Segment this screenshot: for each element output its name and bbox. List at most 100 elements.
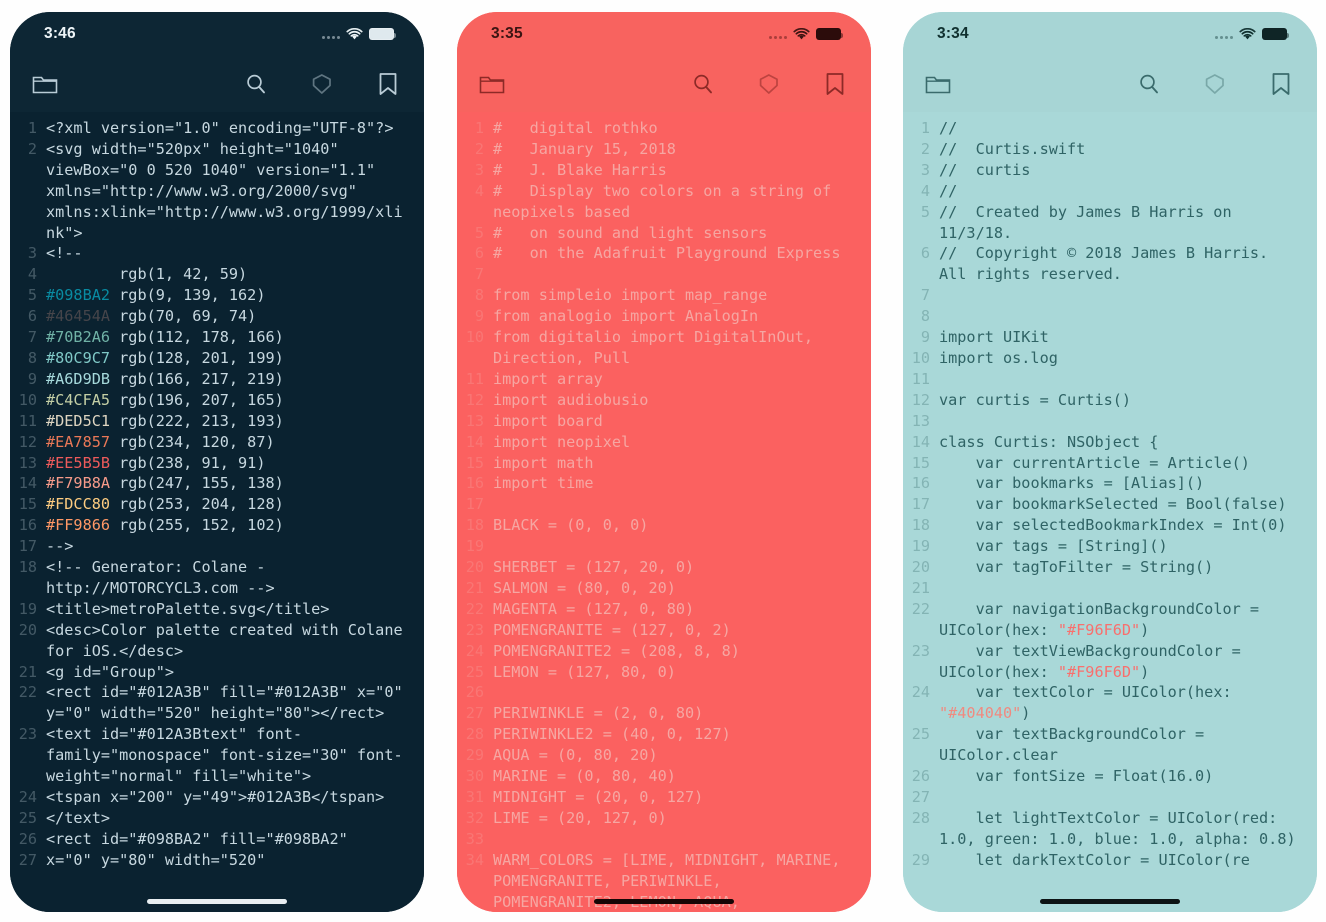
code-text: // — [939, 181, 958, 200]
code-text: var textViewBackgroundColor = UIColor(he… — [939, 641, 1250, 681]
code-text: // Copyright © 2018 James B Harris. All … — [939, 244, 1278, 284]
code-view[interactable]: 1 # digital rothko 2 # January 15, 2018 3 # J… — [457, 112, 871, 912]
code-text: # Display two colors on a string of neop… — [493, 181, 841, 221]
code-text: </text> — [46, 808, 111, 827]
code-text: SHERBET = (127, 20, 0) — [493, 558, 695, 577]
code-line: 3 <!-- — [16, 243, 410, 264]
code-text: PERIWINKLE2 = (40, 0, 127) — [493, 725, 731, 744]
code-text: // — [939, 119, 958, 137]
toolbar — [903, 56, 1317, 112]
code-line: 25 var textBackgroundColor = UIColor.cle… — [909, 724, 1303, 766]
bookmark-icon[interactable] — [823, 71, 847, 97]
code-text: <title>metroPalette.svg</title> — [46, 599, 330, 618]
code-line: 32 LIME = (20, 127, 0) — [463, 808, 857, 829]
line-number: 31 — [465, 788, 484, 806]
tag-icon[interactable] — [1203, 72, 1227, 96]
code-line: 12 #EA7857 rgb(234, 120, 87) — [16, 432, 410, 453]
code-text: # digital rothko — [493, 119, 658, 137]
search-icon[interactable] — [691, 72, 715, 96]
code-view[interactable]: 1 <?xml version="1.0" encoding="UTF-8"?> 2… — [10, 112, 424, 912]
code-text: BLACK = (0, 0, 0) — [493, 516, 649, 535]
code-text: rgb(1, 42, 59) — [46, 265, 248, 284]
code-text: #C4CFA5 rgb(196, 207, 165) — [46, 390, 284, 409]
code-text: #F79B8A rgb(247, 155, 138) — [46, 474, 284, 493]
code-text: var curtis = Curtis() — [939, 390, 1132, 409]
line-number: 17 — [911, 495, 930, 514]
line-number: 5 — [27, 286, 37, 305]
code-line: 12 var curtis = Curtis() — [909, 390, 1303, 411]
status-bar: 3:35 — [457, 12, 871, 56]
code-text: var tagToFilter = String() — [939, 558, 1214, 577]
line-number: 1 — [27, 119, 37, 137]
line-number: 10 — [465, 328, 484, 347]
hex-color-token: #FF9866 — [46, 516, 111, 535]
line-number: 12 — [465, 390, 484, 409]
line-number: 12 — [911, 390, 930, 409]
code-line: 10 import os.log — [909, 348, 1303, 369]
line-number: 27 — [465, 704, 484, 723]
line-number: 7 — [920, 286, 930, 305]
line-number: 14 — [911, 432, 930, 451]
bookmark-icon[interactable] — [376, 71, 400, 97]
code-text: MIDNIGHT = (20, 0, 127) — [493, 788, 704, 806]
code-line: 28 PERIWINKLE2 = (40, 0, 127) — [463, 724, 857, 745]
code-text: #46454A rgb(70, 69, 74) — [46, 307, 257, 326]
code-line: 13 — [909, 411, 1303, 432]
code-text: <svg width="520px" height="1040" viewBox… — [46, 139, 403, 242]
hex-color-token: "#F96F6D" — [1057, 620, 1141, 639]
code-line: 25 </text> — [16, 808, 410, 829]
code-text: import array — [493, 369, 603, 388]
tag-icon[interactable] — [310, 72, 334, 96]
line-number: 23 — [465, 620, 484, 639]
code-line: 17 --> — [16, 536, 410, 557]
folder-icon[interactable] — [479, 73, 505, 95]
hex-color-token: #FDCC80 — [46, 495, 111, 514]
wifi-icon — [1239, 27, 1256, 39]
hex-color-token: #F79B8A — [46, 474, 111, 493]
code-line: 5 // Created by James B Harris on 11/3/18… — [909, 202, 1303, 244]
code-line: 19 <title>metroPalette.svg</title> — [16, 599, 410, 620]
folder-icon[interactable] — [32, 73, 58, 95]
line-number: 5 — [474, 223, 484, 242]
cellular-signal-icon — [322, 29, 340, 39]
code-line: 26 — [463, 682, 857, 703]
line-number: 23 — [911, 641, 930, 660]
code-line: 3 // curtis — [909, 160, 1303, 181]
code-view[interactable]: 1 // 2 // Curtis.swift 3 // curtis 4 // 5 // Crea… — [903, 112, 1317, 912]
code-text: # on sound and light sensors — [493, 223, 768, 242]
line-number: 16 — [911, 474, 930, 493]
code-line: 25 LEMON = (127, 80, 0) — [463, 662, 857, 683]
code-text: class Curtis: NSObject { — [939, 432, 1159, 451]
hex-color-token: #70B2A6 — [46, 328, 111, 347]
search-icon[interactable] — [244, 72, 268, 96]
code-text: var tags = [String]() — [939, 537, 1168, 556]
bookmark-icon[interactable] — [1269, 71, 1293, 97]
tag-icon[interactable] — [757, 72, 781, 96]
code-text: MAGENTA = (127, 0, 80) — [493, 599, 695, 618]
code-line: 2 # January 15, 2018 — [463, 139, 857, 160]
code-line: 15 import math — [463, 453, 857, 474]
home-indicator — [1040, 899, 1180, 904]
code-text: var textBackgroundColor = UIColor.clear — [939, 725, 1214, 765]
line-number: 26 — [465, 683, 484, 702]
status-indicators — [1215, 27, 1289, 41]
status-time: 3:35 — [491, 25, 523, 42]
code-text: x="0" y="80" width="520" — [46, 850, 266, 869]
search-icon[interactable] — [1137, 72, 1161, 96]
code-line: 21 — [909, 578, 1303, 599]
hex-color-token: #DED5C1 — [46, 411, 111, 430]
code-line: 17 var bookmarkSelected = Bool(false) — [909, 494, 1303, 515]
code-text: import math — [493, 453, 594, 472]
code-line: 1 <?xml version="1.0" encoding="UTF-8"?> — [16, 118, 410, 139]
line-number: 1 — [920, 119, 930, 137]
line-number: 9 — [27, 369, 37, 388]
line-number: 6 — [920, 244, 930, 263]
code-text: LEMON = (127, 80, 0) — [493, 662, 676, 681]
line-number: 18 — [465, 516, 484, 535]
line-number: 19 — [465, 537, 484, 556]
folder-icon[interactable] — [925, 73, 951, 95]
code-text: var navigationBackgroundColor = UIColor(… — [939, 599, 1269, 639]
line-number: 2 — [474, 139, 484, 158]
line-number: 3 — [27, 244, 37, 263]
battery-icon — [369, 28, 396, 40]
